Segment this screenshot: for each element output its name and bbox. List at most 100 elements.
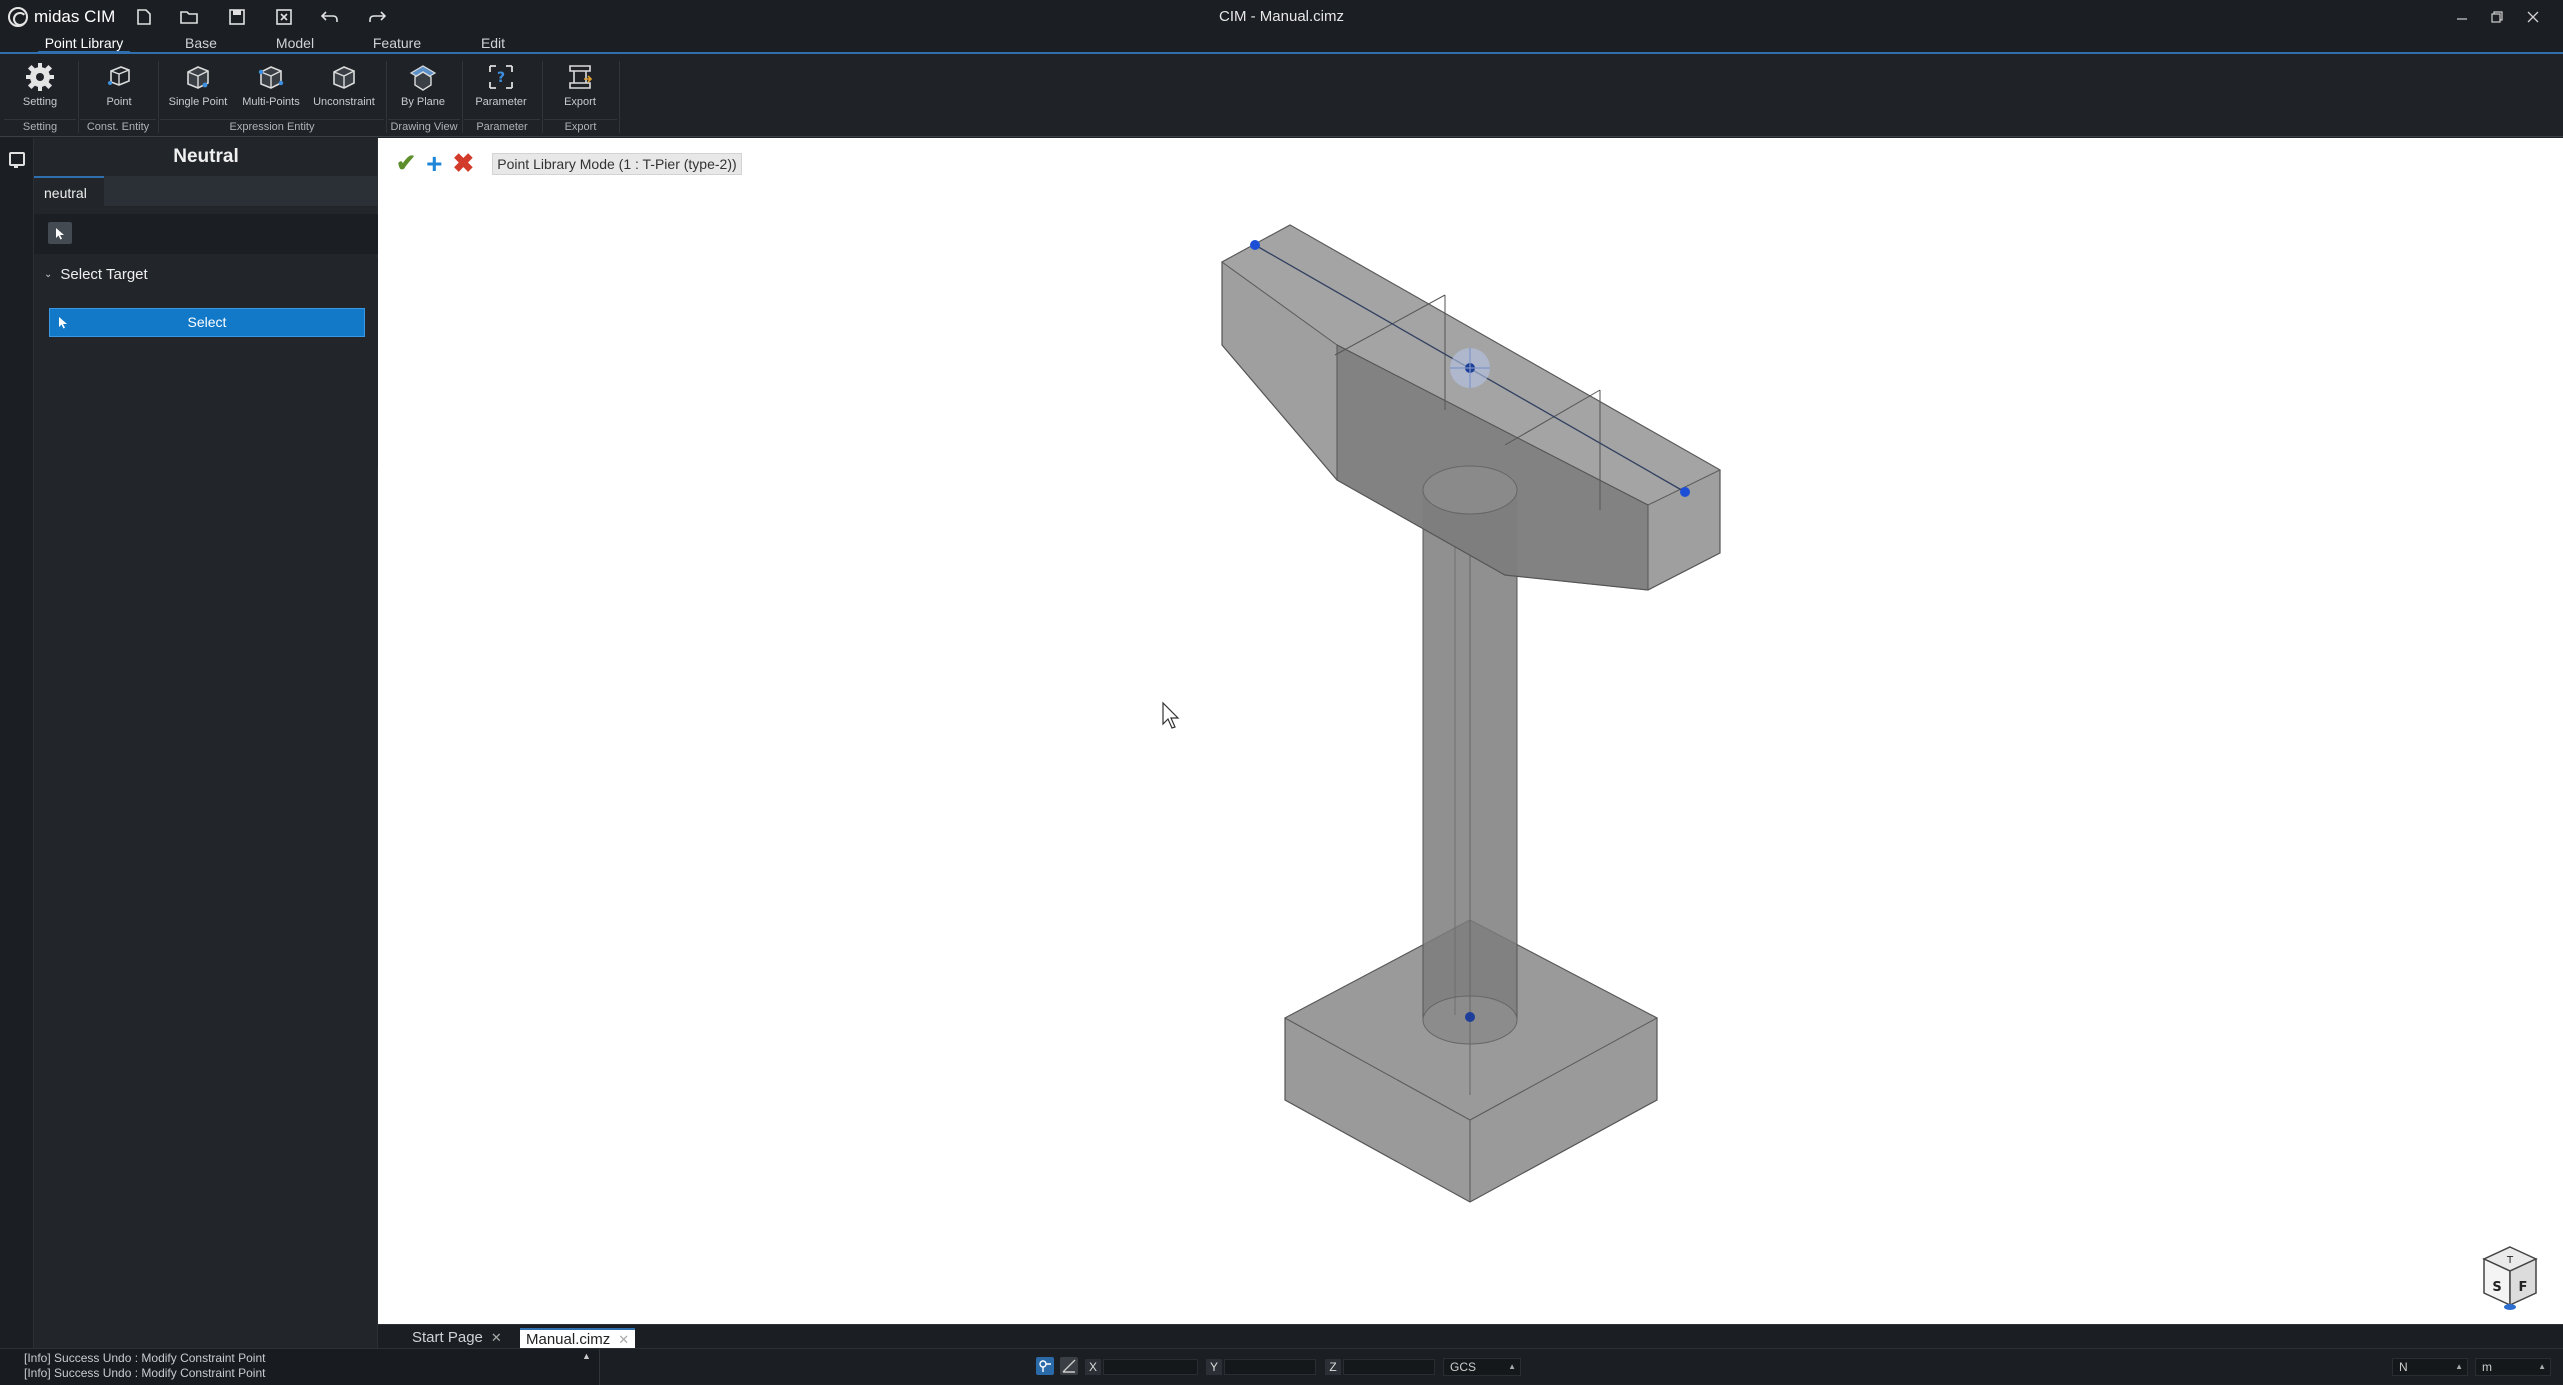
unconstraint-button[interactable]: Unconstraint [308, 61, 380, 113]
select-target-section: ⌄ Select Target [34, 258, 378, 468]
dropdown-arrow-icon: ▲ [1508, 1362, 1516, 1371]
by-plane-label: By Plane [400, 96, 446, 108]
tab-edit[interactable]: Edit [475, 34, 511, 54]
group-export: Export [544, 119, 617, 135]
parameter-label: Parameter [475, 96, 527, 108]
x-coordinate-input[interactable] [1103, 1359, 1198, 1375]
tab-base[interactable]: Base [178, 34, 224, 54]
x-label: X [1085, 1359, 1101, 1375]
multi-points-label: Multi-Points [242, 96, 300, 108]
minimize-icon[interactable] [2445, 4, 2479, 30]
save-icon[interactable] [223, 4, 251, 30]
title-bar: midas CIM CIM - Manual.cimz [0, 0, 2563, 34]
tab-neutral[interactable]: neutral [34, 176, 104, 206]
multi-points-button[interactable]: Multi-Points [235, 61, 307, 113]
redo-icon[interactable] [363, 4, 391, 30]
undo-icon[interactable] [316, 4, 344, 30]
doc-tab-start-page[interactable]: Start Page ✕ [406, 1328, 508, 1349]
3d-viewport[interactable]: ✔ + ✖ Point Library Mode (1 : T-Pier (ty… [378, 138, 2563, 1324]
snap-point-icon[interactable] [1036, 1357, 1054, 1375]
close-tab-icon[interactable]: ✕ [491, 1330, 502, 1345]
side-panel: Neutral neutral ⌄ Select Target Select [34, 138, 378, 1348]
unconstraint-label: Unconstraint [313, 96, 375, 108]
group-setting: Setting [4, 119, 76, 135]
new-file-icon[interactable] [130, 4, 158, 30]
ribbon-tabs: Point Library Base Model Feature Edit [0, 34, 2563, 54]
point-box-icon [108, 66, 130, 86]
ribbon: Setting Point Single Point Multi-Points … [0, 55, 2563, 137]
t-pier-model[interactable] [378, 138, 2563, 1324]
dropdown-arrow-icon: ▲ [2538, 1362, 2546, 1371]
single-point-label: Single Point [168, 96, 228, 108]
select-button-label: Select [187, 314, 227, 330]
length-unit-select[interactable]: m ▲ [2475, 1358, 2551, 1376]
svg-text:T: T [2506, 1255, 2514, 1266]
force-unit-value: N [2399, 1360, 2408, 1374]
gear-icon [26, 63, 54, 91]
restore-icon[interactable] [2480, 4, 2514, 30]
point-button[interactable]: Point [83, 61, 155, 113]
confirm-check-icon[interactable]: ✔ [396, 149, 416, 178]
snap-angle-icon[interactable] [1060, 1357, 1078, 1375]
setting-button[interactable]: Setting [4, 61, 76, 113]
app-brand: midas CIM [34, 7, 116, 26]
section-title: Select Target [60, 266, 148, 283]
setting-label: Setting [22, 96, 58, 108]
doc-tab-label: Start Page [412, 1329, 483, 1346]
point-label: Point [106, 96, 132, 108]
y-coordinate-input[interactable] [1224, 1359, 1316, 1375]
panel-toggle-icon[interactable] [9, 152, 25, 168]
single-point-button[interactable]: Single Point [162, 61, 234, 113]
svg-text:?: ? [497, 70, 505, 86]
group-parameter: Parameter [464, 119, 540, 135]
multi-points-box-icon [258, 66, 284, 89]
panel-tool-row [34, 214, 378, 254]
chevron-down-icon: ⌄ [44, 269, 53, 280]
tab-feature[interactable]: Feature [368, 34, 426, 54]
y-label: Y [1206, 1359, 1222, 1375]
panel-title: Neutral [173, 146, 239, 167]
close-tab-icon[interactable]: ✕ [618, 1332, 629, 1347]
export-icon [569, 65, 593, 89]
pointer-tool-icon[interactable] [48, 222, 72, 244]
svg-text:F: F [2519, 1280, 2528, 1295]
by-plane-button[interactable]: By Plane [387, 61, 459, 113]
panel-tabs: neutral [34, 176, 378, 206]
app-logo: midas CIM [8, 6, 115, 28]
parameter-icon: ? [489, 65, 513, 89]
select-button[interactable]: Select [49, 308, 365, 337]
cancel-x-icon[interactable]: ✖ [452, 148, 474, 179]
dropdown-arrow-icon: ▲ [2455, 1362, 2463, 1371]
group-expression-entity: Expression Entity [160, 119, 384, 135]
close-window-icon[interactable] [2516, 4, 2550, 30]
message-log[interactable]: [Info] Success Undo : Modify Constraint … [0, 1349, 600, 1385]
log-line: [Info] Success Undo : Modify Constraint … [24, 1351, 266, 1365]
force-unit-select[interactable]: N ▲ [2392, 1358, 2468, 1376]
unconstraint-box-icon [333, 66, 355, 89]
coord-system-select[interactable]: GCS ▲ [1443, 1358, 1521, 1376]
tab-model[interactable]: Model [270, 34, 320, 54]
select-target-header[interactable]: ⌄ Select Target [44, 266, 148, 283]
status-bar: [Info] Success Undo : Modify Constraint … [0, 1348, 2563, 1385]
parameter-button[interactable]: ? Parameter [465, 61, 537, 113]
cursor-icon [58, 309, 68, 339]
by-plane-icon [409, 65, 437, 91]
coord-system-value: GCS [1450, 1360, 1477, 1374]
open-folder-icon[interactable] [175, 4, 203, 30]
view-cube-icon[interactable]: T S F [2478, 1243, 2542, 1313]
group-drawing-view: Drawing View [388, 119, 460, 135]
z-label: Z [1325, 1359, 1341, 1375]
export-button[interactable]: Export [544, 61, 616, 113]
log-line: [Info] Success Undo : Modify Constraint … [24, 1366, 266, 1380]
doc-tab-label: Manual.cimz [526, 1331, 611, 1348]
left-tool-strip [0, 138, 34, 1348]
log-scroll-up-icon[interactable]: ▲ [582, 1351, 591, 1361]
close-file-icon[interactable] [270, 4, 298, 30]
svg-text:S: S [2492, 1280, 2501, 1295]
group-const-entity: Const. Entity [80, 119, 156, 135]
tab-point-library[interactable]: Point Library [38, 34, 130, 54]
add-plus-icon[interactable]: + [426, 149, 442, 177]
z-coordinate-input[interactable] [1343, 1359, 1435, 1375]
single-point-box-icon [187, 66, 209, 89]
doc-tab-manual[interactable]: Manual.cimz ✕ [520, 1328, 636, 1349]
